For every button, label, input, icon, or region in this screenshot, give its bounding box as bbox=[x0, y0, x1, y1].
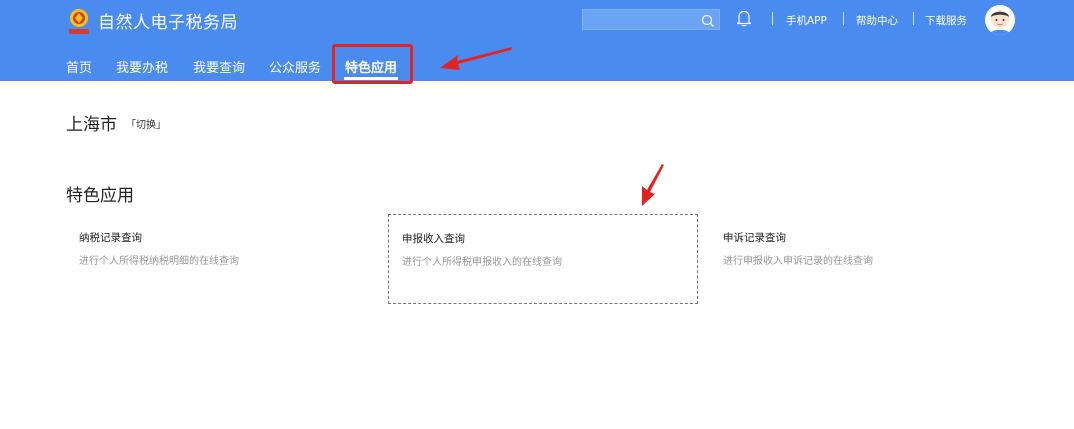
card-title: 纳税记录查询 bbox=[79, 232, 142, 244]
card-tax-record-query[interactable]: 纳税记录查询 进行个人所得税纳税明细的在线查询 bbox=[66, 214, 376, 304]
card-declared-income-query[interactable]: 申报收入查询 进行个人所得税申报收入的在线查询 bbox=[388, 214, 698, 304]
link-help-center[interactable]: 帮助中心 bbox=[856, 13, 898, 28]
nav-query[interactable]: 我要查询 bbox=[193, 57, 245, 76]
link-mobile-app[interactable]: 手机APP bbox=[786, 13, 827, 28]
bell-icon[interactable] bbox=[736, 9, 752, 27]
separator bbox=[772, 12, 773, 25]
brand[interactable]: 自然人电子税务局 bbox=[66, 7, 238, 37]
tax-emblem-icon bbox=[66, 7, 92, 37]
top-header: 自然人电子税务局 手机APP 帮助中心 下载服务 首页 我要办税 我要查询 公众… bbox=[0, 0, 1074, 81]
switch-city-link[interactable]: 「切换」 bbox=[126, 116, 166, 131]
nav-tax-filing[interactable]: 我要办税 bbox=[116, 57, 168, 76]
nav-public-service[interactable]: 公众服务 bbox=[269, 57, 321, 76]
app-title: 自然人电子税务局 bbox=[98, 12, 238, 33]
search-box[interactable] bbox=[582, 9, 720, 30]
separator bbox=[913, 12, 914, 25]
avatar[interactable] bbox=[985, 5, 1015, 35]
card-description: 进行个人所得税纳税明细的在线查询 bbox=[79, 256, 239, 267]
annotation-arrow bbox=[642, 164, 664, 206]
annotation-arrow bbox=[440, 47, 512, 70]
separator bbox=[843, 12, 844, 25]
highlight-box bbox=[332, 44, 413, 84]
card-title: 申诉记录查询 bbox=[723, 232, 786, 244]
nav-home[interactable]: 首页 bbox=[66, 57, 92, 76]
search-icon[interactable] bbox=[701, 13, 715, 27]
card-appeal-record-query[interactable]: 申诉记录查询 进行申报收入申诉记录的在线查询 bbox=[710, 214, 1020, 304]
city-name: 上海市 bbox=[66, 115, 117, 135]
section-title: 特色应用 bbox=[66, 186, 134, 206]
card-description: 进行个人所得税申报收入的在线查询 bbox=[402, 257, 562, 268]
search-input[interactable] bbox=[587, 12, 697, 27]
link-download[interactable]: 下载服务 bbox=[925, 13, 967, 28]
card-title: 申报收入查询 bbox=[402, 233, 465, 245]
card-description: 进行申报收入申诉记录的在线查询 bbox=[723, 256, 873, 267]
